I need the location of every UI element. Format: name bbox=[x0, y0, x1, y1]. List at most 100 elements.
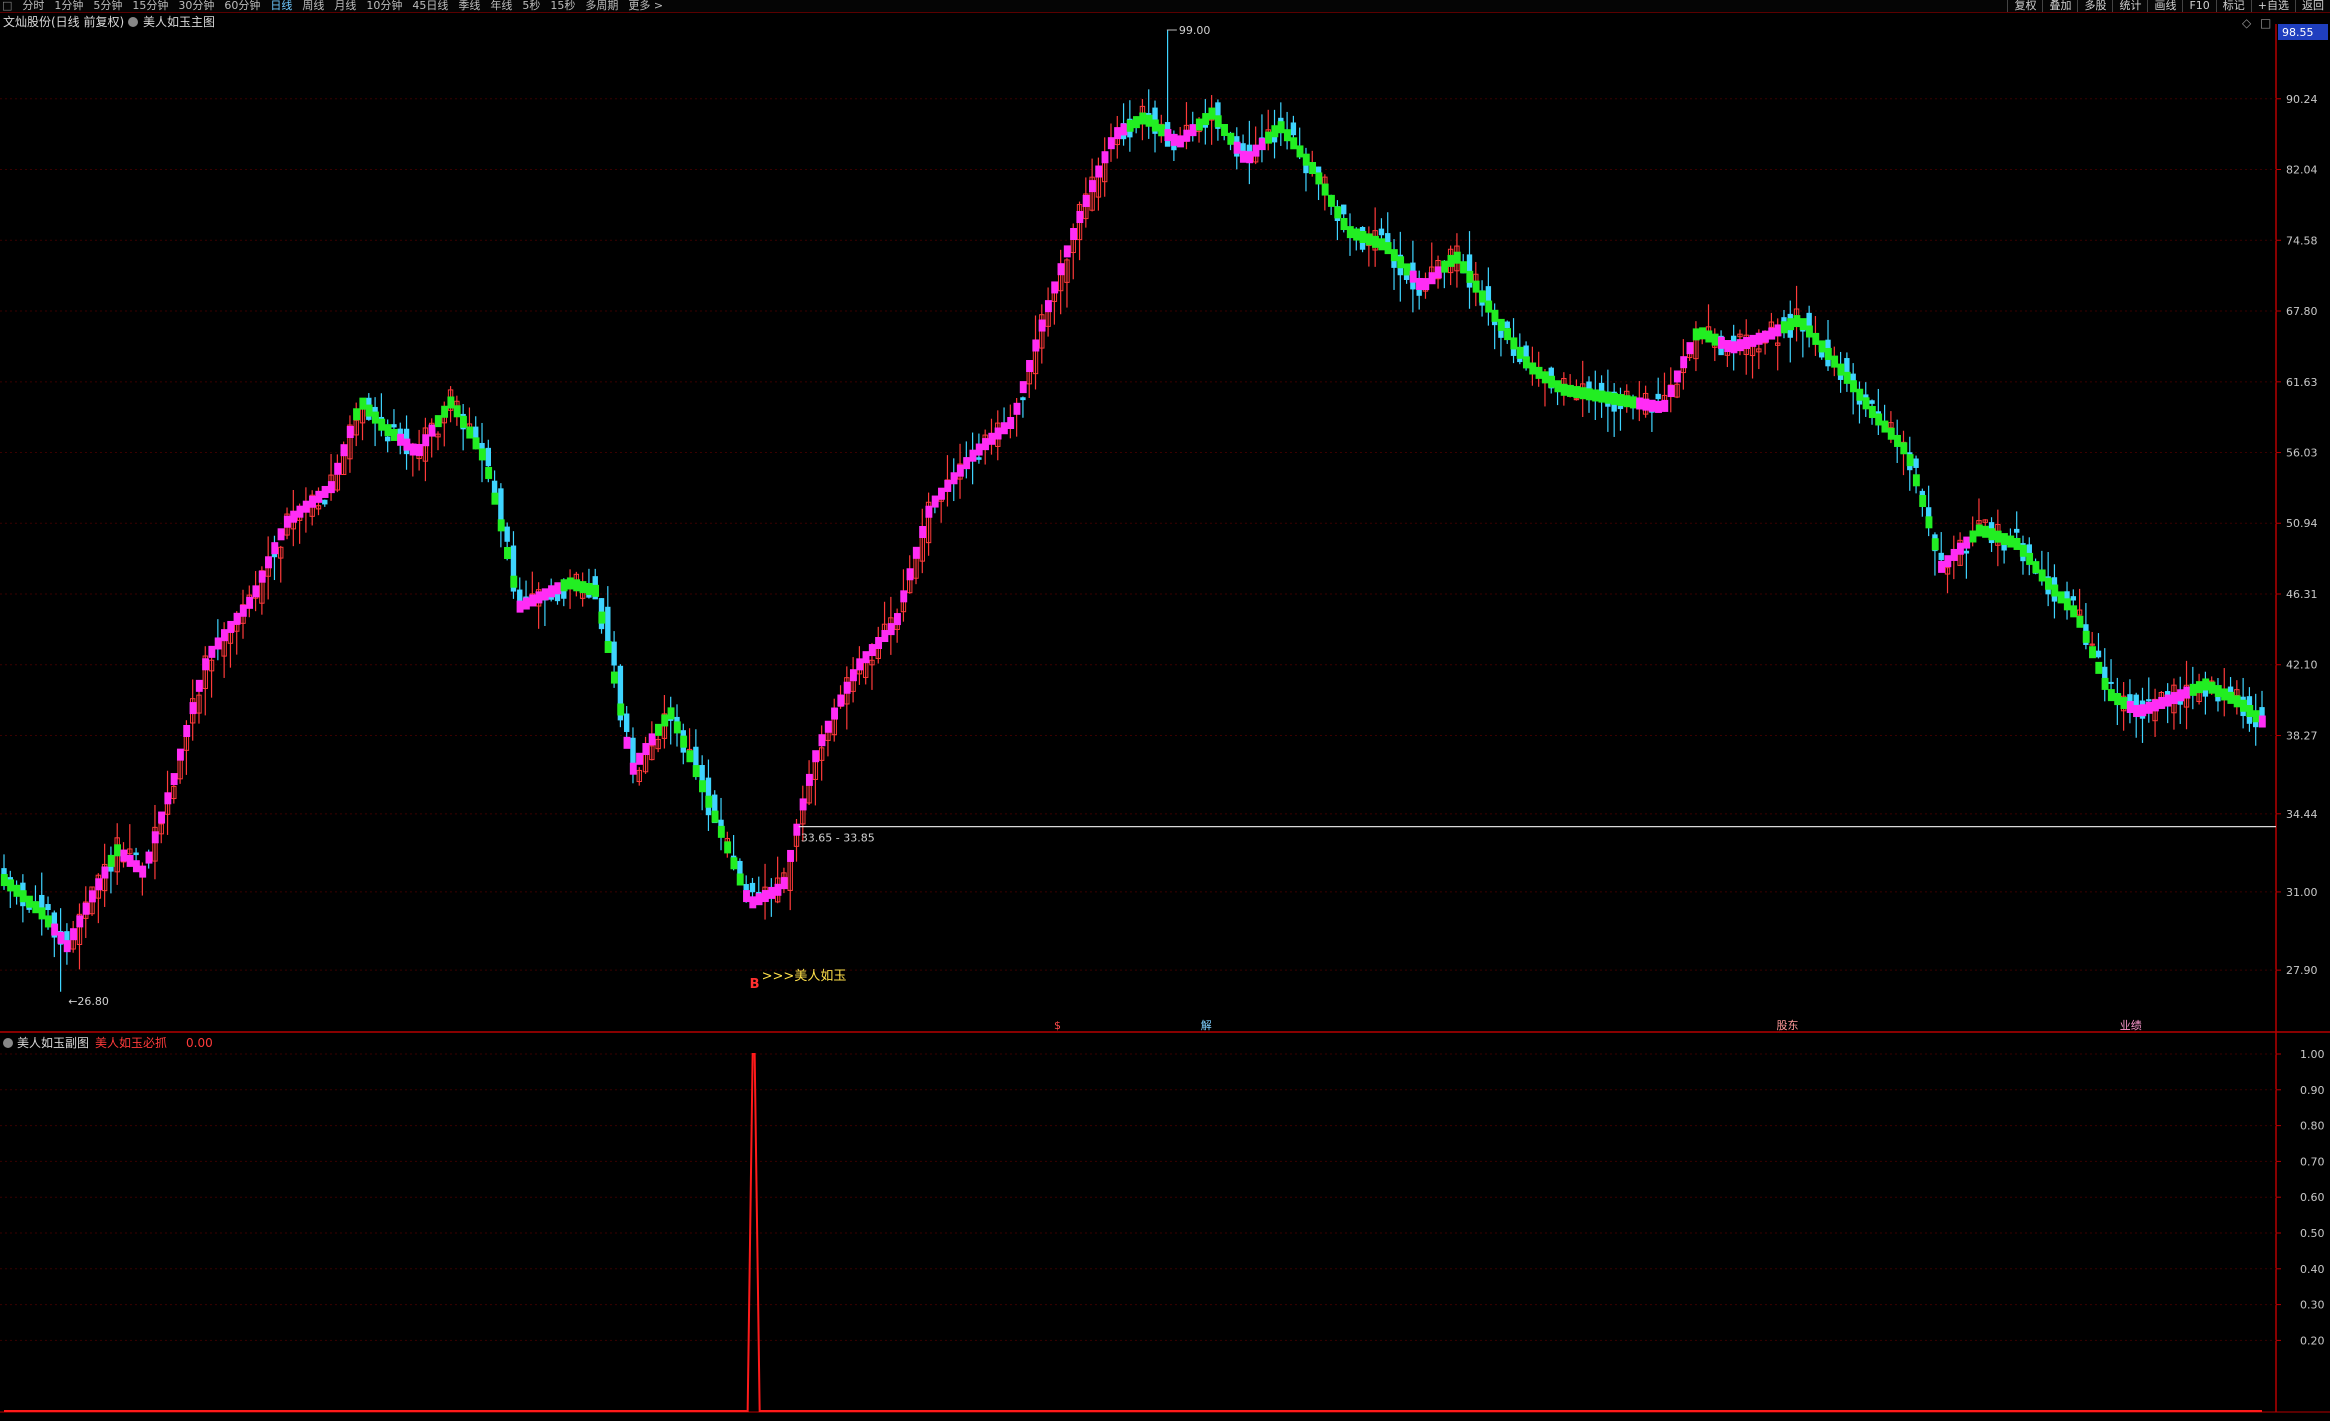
window-toggle-icon[interactable]: □ bbox=[2260, 16, 2271, 30]
candle-body bbox=[1963, 550, 1970, 554]
trend-band-segment bbox=[214, 637, 222, 650]
trend-band-segment bbox=[1158, 124, 1166, 137]
trend-band-segment bbox=[258, 570, 266, 583]
trend-band-segment bbox=[1183, 129, 1191, 142]
event-marker[interactable]: 解 bbox=[1201, 1018, 1212, 1032]
trend-band-segment bbox=[1881, 420, 1889, 433]
trend-band-segment bbox=[1246, 151, 1254, 164]
event-marker[interactable]: 业绩 bbox=[2120, 1019, 2142, 1032]
event-marker[interactable]: $ bbox=[1054, 1019, 1061, 1032]
trend-band-segment bbox=[755, 893, 763, 906]
trend-band-segment bbox=[799, 798, 807, 811]
main-indicator-name[interactable]: 美人如玉主图 bbox=[143, 14, 215, 29]
trend-band-segment bbox=[535, 591, 543, 604]
price-tick-label: 27.90 bbox=[2286, 964, 2318, 977]
trend-band-segment bbox=[428, 424, 436, 437]
trend-band-segment bbox=[1315, 172, 1323, 185]
candle-body bbox=[1938, 552, 1944, 561]
trend-band-segment bbox=[1938, 560, 1945, 573]
trend-band-segment bbox=[849, 669, 857, 682]
price-tick-label: 74.58 bbox=[2286, 234, 2318, 247]
trend-band-segment bbox=[1541, 371, 1549, 384]
candle-body bbox=[1341, 204, 1347, 215]
trend-band-segment bbox=[1013, 402, 1021, 415]
trend-band-segment bbox=[51, 923, 59, 936]
trend-band-segment bbox=[654, 723, 662, 736]
trend-band-segment bbox=[1585, 388, 1593, 401]
trend-band-segment bbox=[1258, 138, 1266, 151]
trend-band-segment bbox=[831, 707, 839, 720]
stock-chart[interactable]: 90.24 82.04 74.58 67.80 61.63 56.03 50.94 46.31… bbox=[0, 0, 2330, 1421]
sub-indicator-settings-icon[interactable] bbox=[3, 1038, 13, 1048]
trend-band-segment bbox=[1076, 211, 1084, 224]
trend-band-segment bbox=[1837, 363, 1845, 376]
trend-band-segment bbox=[1925, 516, 1933, 529]
trend-band-segment bbox=[1598, 390, 1606, 403]
trend-band-segment bbox=[1416, 277, 1423, 290]
sub-tick-label: 0.90 bbox=[2300, 1084, 2325, 1097]
candle-body bbox=[391, 424, 397, 428]
trend-band-segment bbox=[1818, 340, 1826, 353]
trend-band-segment bbox=[1831, 355, 1839, 368]
diamond-icon[interactable]: ◇ bbox=[2242, 16, 2251, 30]
trend-band-segment bbox=[107, 854, 115, 867]
trend-band-segment bbox=[126, 854, 134, 867]
trend-band-segment bbox=[1472, 280, 1480, 293]
trend-band-segment bbox=[13, 884, 21, 897]
trend-band-segment bbox=[2095, 661, 2103, 674]
candle-body bbox=[1573, 398, 1580, 401]
trend-band-segment bbox=[2133, 705, 2140, 718]
trend-band-segment bbox=[2107, 689, 2115, 702]
buy-signal-marker[interactable]: B bbox=[750, 977, 760, 992]
trend-band-segment bbox=[132, 860, 140, 873]
trend-band-segment bbox=[246, 596, 254, 609]
trend-band-segment bbox=[415, 443, 423, 456]
event-marker[interactable]: 股东 bbox=[1777, 1019, 1799, 1032]
trend-band-segment bbox=[629, 762, 637, 775]
trend-band-segment bbox=[1692, 328, 1700, 341]
trend-band-segment bbox=[44, 915, 52, 928]
trend-band-segment bbox=[680, 735, 688, 748]
trend-band-segment bbox=[2126, 701, 2134, 714]
trend-band-segment bbox=[1994, 530, 2002, 543]
trend-band-segment bbox=[485, 466, 493, 479]
trend-band-segment bbox=[1906, 454, 1914, 467]
trend-band-segment bbox=[1912, 474, 1920, 487]
sub-panel-title[interactable]: 美人如玉副图 bbox=[17, 1035, 89, 1050]
trend-band-segment bbox=[1088, 180, 1096, 193]
trend-band-segment bbox=[2101, 677, 2109, 690]
trend-band-segment bbox=[2032, 561, 2040, 574]
trend-band-segment bbox=[2051, 584, 2059, 597]
trend-band-segment bbox=[623, 736, 631, 749]
trend-band-segment bbox=[95, 878, 103, 891]
trend-band-segment bbox=[221, 629, 228, 642]
trend-band-segment bbox=[1629, 396, 1637, 409]
trend-band-segment bbox=[1686, 342, 1694, 355]
trend-band-segment bbox=[743, 890, 750, 903]
trend-band-segment bbox=[1133, 116, 1140, 129]
candle-body bbox=[2095, 650, 2102, 658]
candle-body bbox=[611, 641, 617, 666]
trend-band-segment bbox=[497, 519, 505, 532]
sub-tick-label: 0.50 bbox=[2300, 1227, 2325, 1240]
trend-band-segment bbox=[1340, 218, 1348, 231]
trend-band-segment bbox=[2114, 693, 2122, 706]
trend-band-segment bbox=[1170, 133, 1178, 146]
trend-band-segment bbox=[2252, 710, 2260, 723]
candle-body bbox=[623, 713, 630, 732]
price-tick-label: 50.94 bbox=[2286, 517, 2318, 530]
trend-band-segment bbox=[1623, 395, 1631, 408]
indicator-settings-icon[interactable] bbox=[128, 17, 138, 27]
trend-band-segment bbox=[1309, 162, 1317, 175]
trend-band-segment bbox=[1592, 389, 1600, 402]
trend-band-segment bbox=[994, 427, 1002, 440]
trend-band-segment bbox=[548, 585, 555, 598]
trend-band-segment bbox=[2151, 699, 2159, 712]
trend-band-segment bbox=[1900, 442, 1908, 455]
trend-band-segment bbox=[1290, 137, 1298, 150]
trend-band-segment bbox=[460, 415, 467, 428]
trend-band-segment bbox=[2227, 691, 2235, 704]
trend-band-segment bbox=[768, 886, 776, 899]
trend-band-segment bbox=[1931, 538, 1939, 551]
trend-band-segment bbox=[1919, 495, 1927, 508]
